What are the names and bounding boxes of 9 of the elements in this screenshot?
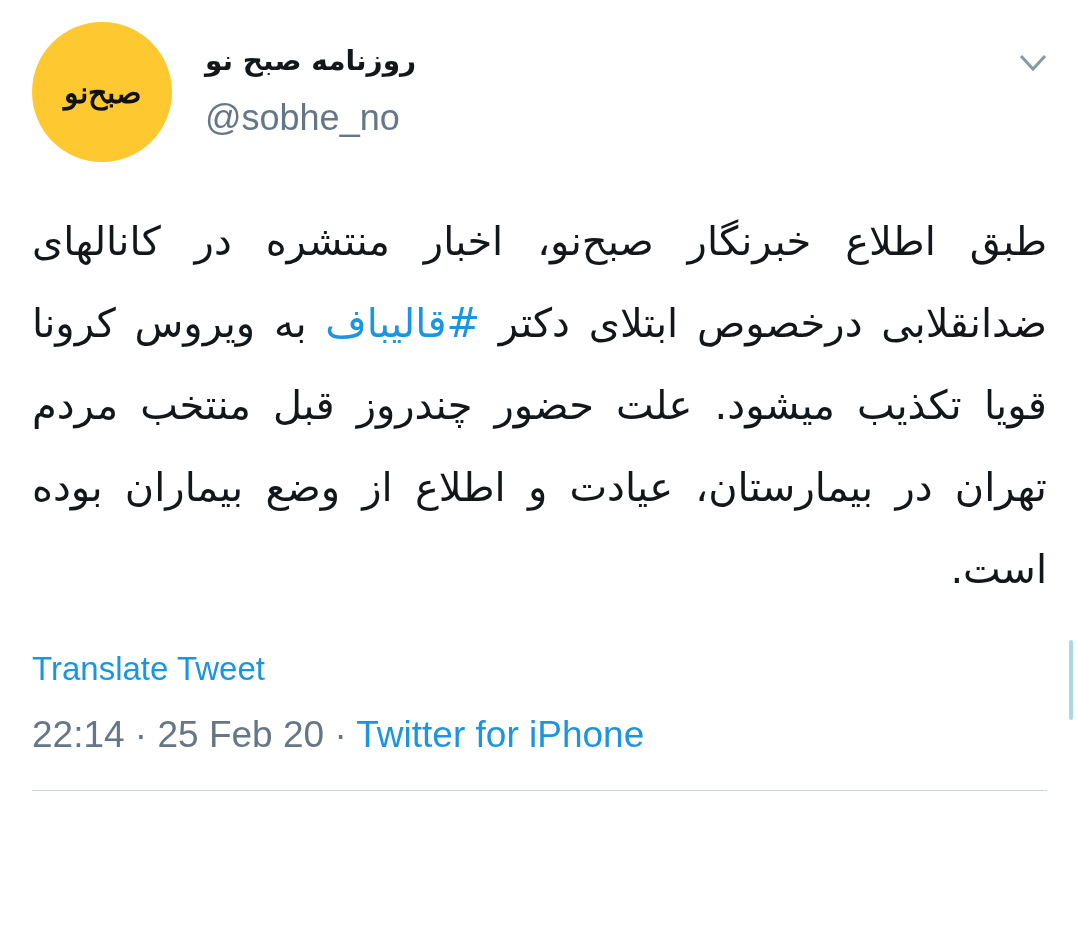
hashtag-link[interactable]: #قالیباف: [325, 300, 481, 346]
translate-link[interactable]: Translate Tweet: [32, 650, 265, 688]
account-handle[interactable]: @sobhe_no: [205, 97, 1019, 139]
tweet-text: طبق اطلاع خبرنگار صبح‌نو، اخبار منتشره در کانالهای ضدانقلابی درخصوص ابتلای دکتر #قالیباف به ویروس کرونا قویا تکذیب میشود. علت حضور چندروز قبل منتخب مردم تهران در بیمارستان، عیادت و اطلاع از وضع بیماران بوده است.: [32, 217, 1047, 594]
tweet-timestamp: 22:14 · 25 Feb 20 ·: [32, 714, 348, 755]
chevron-down-icon[interactable]: [1019, 54, 1047, 72]
account-name[interactable]: روزنامه صبح نو: [205, 44, 1019, 77]
source-link[interactable]: Twitter for iPhone: [356, 714, 645, 755]
account-logo[interactable]: صبح‌نو: [32, 22, 172, 162]
